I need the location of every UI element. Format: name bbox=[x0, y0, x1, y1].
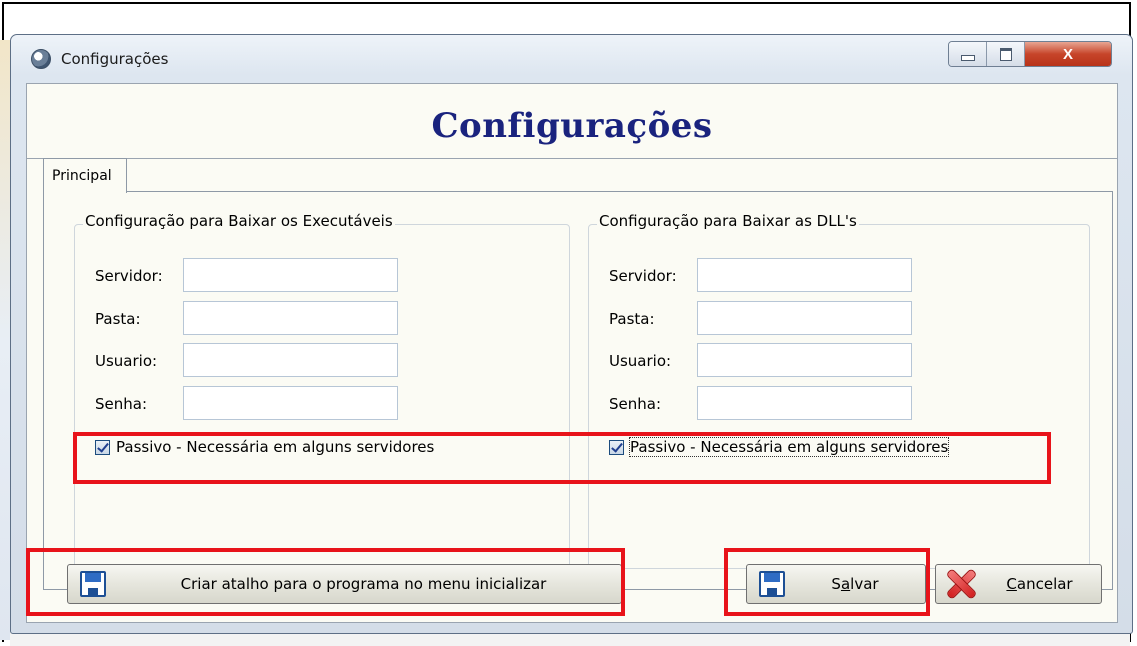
group-dlls: Configuração para Baixar as DLL's Servid… bbox=[588, 212, 1090, 569]
close-icon: X bbox=[1062, 45, 1073, 63]
servidor-input[interactable] bbox=[697, 258, 912, 292]
pasta-input[interactable] bbox=[183, 301, 398, 335]
page-title: Configurações bbox=[431, 106, 713, 146]
tab-principal[interactable]: Principal bbox=[43, 158, 127, 193]
servidor-label: Servidor: bbox=[95, 267, 163, 285]
senha-label: Senha: bbox=[95, 395, 148, 413]
senha-label: Senha: bbox=[609, 395, 662, 413]
senha-input[interactable] bbox=[697, 386, 912, 420]
usuario-label: Usuario: bbox=[609, 352, 672, 370]
create-shortcut-label: Criar atalho para o programa no menu ini… bbox=[180, 575, 547, 593]
tab-label: Principal bbox=[52, 168, 112, 184]
header-panel: Configurações bbox=[27, 84, 1117, 159]
save-label: Salvar bbox=[831, 575, 879, 593]
pasta-label: Pasta: bbox=[95, 310, 141, 328]
configuracoes-window: Configurações X Configurações Principal … bbox=[10, 34, 1133, 634]
usuario-input[interactable] bbox=[697, 343, 912, 377]
maximize-icon bbox=[999, 47, 1012, 61]
save-button[interactable]: Salvar bbox=[746, 564, 926, 604]
passivo-label: Passivo - Necessária em alguns servidore… bbox=[628, 437, 950, 457]
window-title: Configurações bbox=[61, 50, 169, 68]
window-controls: X bbox=[948, 41, 1112, 67]
servidor-input[interactable] bbox=[183, 258, 398, 292]
background-desktop bbox=[0, 40, 10, 640]
servidor-label: Servidor: bbox=[609, 267, 677, 285]
passivo-checkbox[interactable] bbox=[609, 439, 624, 455]
create-shortcut-button[interactable]: Criar atalho para o programa no menu ini… bbox=[67, 564, 622, 604]
passivo-label: Passivo - Necessária em alguns servidore… bbox=[116, 438, 435, 456]
close-button[interactable]: X bbox=[1025, 42, 1111, 66]
title-bar[interactable]: Configurações X bbox=[11, 35, 1132, 83]
minimize-icon bbox=[960, 55, 975, 61]
usuario-label: Usuario: bbox=[95, 352, 158, 370]
globe-icon bbox=[31, 49, 51, 69]
group-executaveis: Configuração para Baixar os Executáveis … bbox=[74, 212, 570, 569]
group-legend: Configuração para Baixar as DLL's bbox=[597, 212, 859, 230]
usuario-input[interactable] bbox=[183, 343, 398, 377]
maximize-button[interactable] bbox=[987, 42, 1025, 66]
client-area: Configurações Principal Configuração par… bbox=[26, 83, 1118, 623]
cancel-label: Cancelar bbox=[1006, 575, 1073, 593]
floppy-disk-icon bbox=[80, 571, 106, 597]
senha-input[interactable] bbox=[183, 386, 398, 420]
group-legend: Configuração para Baixar os Executáveis bbox=[83, 212, 395, 230]
cancel-button[interactable]: Cancelar bbox=[935, 564, 1102, 604]
passivo-checkbox-row[interactable]: Passivo - Necessária em alguns servidore… bbox=[609, 437, 950, 457]
floppy-disk-icon bbox=[759, 571, 785, 597]
minimize-button[interactable] bbox=[949, 42, 987, 66]
passivo-checkbox-row[interactable]: Passivo - Necessária em alguns servidore… bbox=[95, 438, 434, 456]
tab-content-principal: Configuração para Baixar os Executáveis … bbox=[43, 191, 1113, 590]
red-x-icon bbox=[944, 569, 978, 599]
passivo-checkbox[interactable] bbox=[95, 439, 110, 455]
pasta-input[interactable] bbox=[697, 301, 912, 335]
pasta-label: Pasta: bbox=[609, 310, 655, 328]
